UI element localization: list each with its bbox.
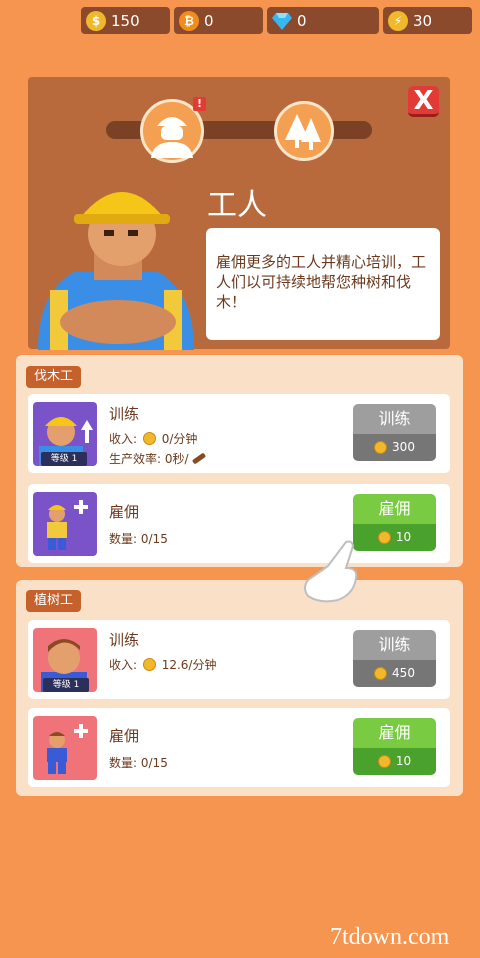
section-label-planter: 植树工 [26,590,82,612]
lumberjack-hire-portrait [33,492,97,556]
coin-icon: $ [86,10,106,31]
description-text: 雇佣更多的工人并精心培训，工人们以可持续地帮您种树和伐木！ [216,253,427,311]
coin-icon [142,658,156,671]
diamond-value: 0 [297,11,307,30]
income-line: 收入: 12.6/分钟 [109,658,217,672]
speed-counter: ⚡ 30 [383,7,472,34]
coin-counter: $ 150 [81,7,170,34]
lumberjack-portrait: 等级 1 [33,402,97,466]
trees-icon [285,114,321,150]
diamond-counter: 0 [267,7,379,34]
lumberjack-train-card: 等级 1 训练 收入: 0/分钟 生产效率: 0秒/ 训练 300 [28,394,450,473]
train-button-lumberjack[interactable]: 训练 300 [353,404,436,461]
count-line: 数量: 0/15 [109,756,168,770]
description-box: 雇佣更多的工人并精心培训，工人们以可持续地帮您种树和伐木！ [206,228,440,340]
bitcoin-value: 0 [204,11,214,30]
coin-icon [374,667,388,680]
train-title: 训练 [109,631,140,649]
lumberjack-hire-card: 雇佣 数量: 0/15 雇佣 10 [28,484,450,563]
pointer-hand-icon [304,540,358,603]
speed-value: 30 [413,11,433,30]
coin-icon [374,441,388,454]
planter-hire-card: 雇佣 数量: 0/15 雇佣 10 [28,708,450,787]
coin-icon [377,755,391,768]
worker-silhouette-icon [151,117,193,158]
speedometer-icon: ⚡ [388,10,408,31]
planter-figure-icon [47,724,88,774]
hire-button-planter[interactable]: 雇佣 10 [353,718,436,775]
watermark: 7tdown.com [330,924,450,950]
section-label-lumberjack: 伐木工 [26,366,82,388]
tree-node[interactable] [274,101,334,161]
lumberjack-figure-icon [47,500,88,550]
level-badge: 等级 1 [43,678,89,692]
planter-train-card: 等级 1 训练 收入: 12.6/分钟 训练 450 [28,620,450,699]
hire-title: 雇佣 [109,727,140,745]
alert-badge: ! [193,97,206,111]
page-title: 工人 [207,188,267,223]
train-title: 训练 [109,405,140,423]
hire-title: 雇佣 [109,503,140,521]
coin-value: 150 [111,11,140,30]
level-badge: 等级 1 [41,452,87,466]
coin-icon [142,432,156,445]
train-button-planter[interactable]: 训练 450 [353,630,436,687]
worker-character-illustration [38,192,194,350]
count-line: 数量: 0/15 [109,532,168,546]
diamond-icon [272,11,292,31]
efficiency-line: 生产效率: 0秒/ [109,450,207,467]
coin-icon [377,531,391,544]
close-button[interactable]: X [408,86,439,117]
bitcoin-counter: ₿ 0 [174,7,263,34]
planter-hire-portrait [33,716,97,780]
bitcoin-icon: ₿ [179,10,199,31]
hire-button-lumberjack[interactable]: 雇佣 10 [353,494,436,551]
income-line: 收入: 0/分钟 [109,432,198,446]
log-icon [192,452,207,465]
planter-portrait: 等级 1 [33,628,97,692]
